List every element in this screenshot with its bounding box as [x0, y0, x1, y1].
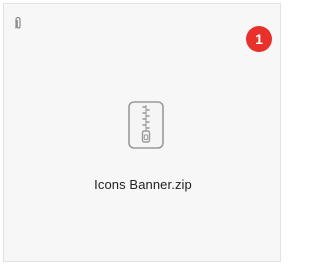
zip-archive-icon	[128, 101, 164, 149]
file-name-label: Icons Banner.zip	[94, 177, 192, 192]
notification-badge: 1	[246, 26, 272, 52]
paperclip-icon	[13, 16, 23, 30]
attachment-tile[interactable]: 1 Icons Banner.zip	[3, 3, 281, 262]
